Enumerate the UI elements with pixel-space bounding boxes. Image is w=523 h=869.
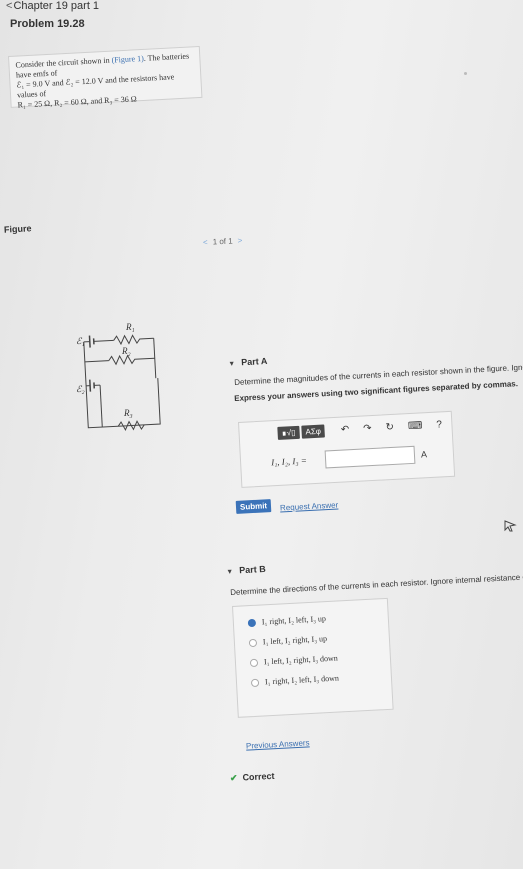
check-icon: ✔ [229,772,238,784]
part-b-title: Part B [238,563,266,576]
reset-icon[interactable]: ↻ [385,422,394,433]
redo-icon[interactable]: ↷ [363,423,372,434]
keyboard-icon[interactable]: ⌨ [408,420,423,432]
choice-option[interactable]: I₁ right, I₂ left, I₃ up [247,614,327,628]
choice-option[interactable]: I₁ left, I₂ right, I₃ down [249,653,339,668]
intro-text: Consider the circuit shown in [15,55,112,70]
unit-label: A [420,449,428,460]
resistor-r1 [113,334,154,346]
figure-next-button[interactable]: > [237,236,242,245]
correct-label: Correct [242,770,275,783]
choice-label: I₁ left, I₂ right, I₃ down [263,653,339,667]
previous-answers-link[interactable]: Previous Answers [246,738,310,750]
collapse-caret-icon: ▼ [228,360,236,368]
resistor-r2 [108,354,155,366]
undo-icon[interactable]: ↶ [341,424,350,435]
collapse-caret-icon: ▼ [226,568,234,576]
radio[interactable] [248,638,258,648]
greek-symbols-button[interactable]: ΑΣφ [301,424,326,439]
figure-pager: <1 of 1 > [198,236,248,248]
label-e1: ℰ₁ [76,336,85,346]
divider-dot [464,72,467,75]
page: <Chapter 19 part 1 Problem 19.28 Conside… [0,0,523,869]
label-r2: R₂ [121,346,131,356]
part-b-choices: I₁ right, I₂ left, I₃ up I₁ left, I₂ rig… [232,597,394,718]
label-e2: ℰ₂ [76,384,85,394]
equation-label: I₁, I₂, I₃ = [270,455,308,468]
radio[interactable] [249,658,259,668]
radio-selected[interactable] [247,618,257,628]
submit-button[interactable]: Submit [235,499,272,514]
choice-label: I₁ right, I₂ left, I₃ down [264,673,340,687]
figure-link[interactable]: (Figure 1) [111,54,144,65]
choice-option[interactable]: I₁ left, I₂ right, I₃ up [248,634,328,648]
templates-button[interactable]: ∎√▯ [277,425,300,440]
figure-prev-button[interactable]: < [203,238,208,247]
part-a-answer-box: ∎√▯ ΑΣφ ↶ ↷ ↻ ⌨ ? I₁, I₂, I₃ = A [238,410,456,488]
label-r1: R₁ [125,322,135,332]
choice-option[interactable]: I₁ right, I₂ left, I₃ down [250,673,340,688]
figure-label: Figure [3,223,32,235]
choice-label: I₁ right, I₂ left, I₃ up [261,614,327,627]
breadcrumb-label: Chapter 19 part 1 [13,0,100,12]
breadcrumb[interactable]: <Chapter 19 part 1 [6,0,99,12]
battery-e2 [89,379,95,392]
circuit-diagram: R₁ R₂ ℰ₁ ℰ₂ R₃ [76,322,161,431]
help-button[interactable]: ? [436,419,442,430]
chevron-left-icon: < [6,0,13,12]
part-b-header[interactable]: ▼ Part B [226,564,266,576]
battery-e1 [88,335,95,348]
figure-counter: 1 of 1 [212,236,233,247]
radio[interactable] [250,678,260,688]
problem-intro: Consider the circuit shown in (Figure 1)… [8,45,203,110]
request-answer-link[interactable]: Request Answer [280,500,339,512]
mouse-cursor-icon [504,520,517,532]
math-toolbar: ∎√▯ ΑΣφ ↶ ↷ ↻ ⌨ ? [277,418,442,440]
part-b-prompt: Determine the directions of the currents… [230,570,523,597]
label-r3: R₃ [123,408,133,418]
currents-answer-input[interactable] [324,445,416,469]
problem-title: Problem 19.28 [10,18,85,30]
feedback-correct: ✔ Correct [230,771,275,784]
part-a-header[interactable]: ▼ Part A [228,355,268,368]
choice-label: I₁ left, I₂ right, I₃ up [262,634,328,647]
part-a-title: Part A [240,355,268,368]
